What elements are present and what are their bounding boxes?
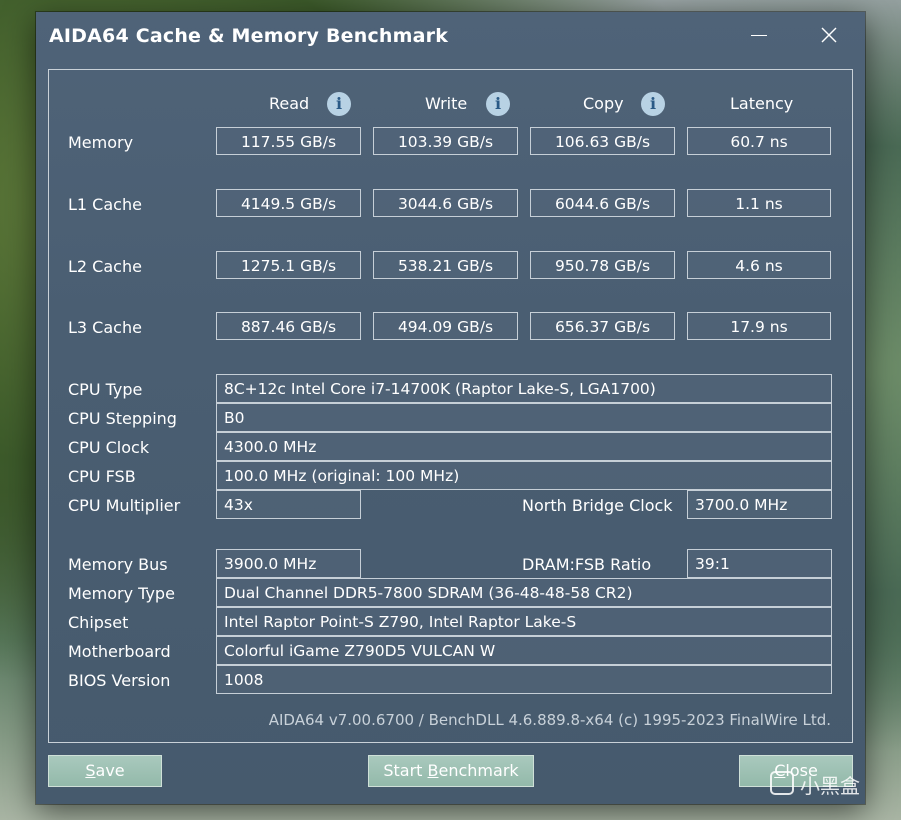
title-bar[interactable]: AIDA64 Cache & Memory Benchmark <box>36 12 865 60</box>
chipset-label: Chipset <box>68 613 129 632</box>
memory-type-label: Memory Type <box>68 584 175 603</box>
row-label-memory: Memory <box>68 133 134 152</box>
column-header-write: Write <box>425 94 468 113</box>
watermark-text: 小黑盒 <box>800 774 860 798</box>
motherboard-value: Colorful iGame Z790D5 VULCAN W <box>216 636 832 665</box>
xiaoheihe-logo-icon <box>770 771 794 795</box>
close-window-button[interactable] <box>814 22 844 48</box>
row-label-l2-cache: L2 Cache <box>68 257 142 276</box>
cpu-fsb-label: CPU FSB <box>68 467 136 486</box>
l3-latency-value: 17.9 ns <box>687 312 831 340</box>
l2-read-value: 1275.1 GB/s <box>216 251 361 279</box>
start-mnemonic: B <box>427 761 439 780</box>
cpu-type-label: CPU Type <box>68 380 143 399</box>
memory-read-value: 117.55 GB/s <box>216 127 361 155</box>
start-label-rest: enchmark <box>438 761 519 780</box>
column-header-copy: Copy <box>583 94 624 113</box>
cpu-clock-value: 4300.0 MHz <box>216 432 832 461</box>
l2-latency-value: 4.6 ns <box>687 251 831 279</box>
bios-version-label: BIOS Version <box>68 671 171 690</box>
minimize-button[interactable] <box>744 22 774 48</box>
xiaoheihe-watermark: 小黑盒 <box>770 768 880 800</box>
start-label-prefix: Start <box>383 761 428 780</box>
save-label-rest: ave <box>95 761 125 780</box>
memory-bus-value: 3900.0 MHz <box>216 549 361 578</box>
north-bridge-clock-label: North Bridge Clock <box>522 496 673 515</box>
cpu-type-value: 8C+12c Intel Core i7-14700K (Raptor Lake… <box>216 374 832 403</box>
cpu-multiplier-value: 43x <box>216 490 361 519</box>
memory-copy-value: 106.63 GB/s <box>530 127 675 155</box>
close-icon <box>821 27 837 43</box>
cpu-stepping-label: CPU Stepping <box>68 409 177 428</box>
chipset-value: Intel Raptor Point-S Z790, Intel Raptor … <box>216 607 832 636</box>
start-benchmark-button[interactable]: Start Benchmark <box>368 755 534 787</box>
memory-write-value: 103.39 GB/s <box>373 127 518 155</box>
dram-fsb-ratio-label: DRAM:FSB Ratio <box>522 555 652 574</box>
save-button[interactable]: Save <box>48 755 162 787</box>
read-info-icon[interactable]: i <box>327 92 351 116</box>
l1-write-value: 3044.6 GB/s <box>373 189 518 217</box>
memory-bus-label: Memory Bus <box>68 555 168 574</box>
cpu-clock-label: CPU Clock <box>68 438 150 457</box>
memory-latency-value: 60.7 ns <box>687 127 831 155</box>
benchmark-window: AIDA64 Cache & Memory Benchmark Read i W… <box>36 12 865 804</box>
l1-copy-value: 6044.6 GB/s <box>530 189 675 217</box>
l2-write-value: 538.21 GB/s <box>373 251 518 279</box>
cpu-stepping-value: B0 <box>216 403 832 432</box>
dram-fsb-ratio-value: 39:1 <box>687 549 832 578</box>
write-info-icon[interactable]: i <box>486 92 510 116</box>
row-label-l1-cache: L1 Cache <box>68 195 142 214</box>
l1-latency-value: 1.1 ns <box>687 189 831 217</box>
l3-copy-value: 656.37 GB/s <box>530 312 675 340</box>
save-mnemonic: S <box>85 761 96 780</box>
row-label-l3-cache: L3 Cache <box>68 318 142 337</box>
motherboard-label: Motherboard <box>68 642 171 661</box>
l2-copy-value: 950.78 GB/s <box>530 251 675 279</box>
window-title: AIDA64 Cache & Memory Benchmark <box>49 25 449 47</box>
l3-write-value: 494.09 GB/s <box>373 312 518 340</box>
bios-version-value: 1008 <box>216 665 832 694</box>
column-header-read: Read <box>269 94 310 113</box>
column-header-latency: Latency <box>730 94 794 113</box>
memory-type-value: Dual Channel DDR5-7800 SDRAM (36-48-48-5… <box>216 578 832 607</box>
cpu-multiplier-label: CPU Multiplier <box>68 496 181 515</box>
l1-read-value: 4149.5 GB/s <box>216 189 361 217</box>
north-bridge-clock-value: 3700.0 MHz <box>687 490 832 519</box>
minimize-icon <box>751 35 767 36</box>
l3-read-value: 887.46 GB/s <box>216 312 361 340</box>
cpu-fsb-value: 100.0 MHz (original: 100 MHz) <box>216 461 832 490</box>
copy-info-icon[interactable]: i <box>641 92 665 116</box>
version-footer: AIDA64 v7.00.6700 / BenchDLL 4.6.889.8-x… <box>268 711 831 729</box>
